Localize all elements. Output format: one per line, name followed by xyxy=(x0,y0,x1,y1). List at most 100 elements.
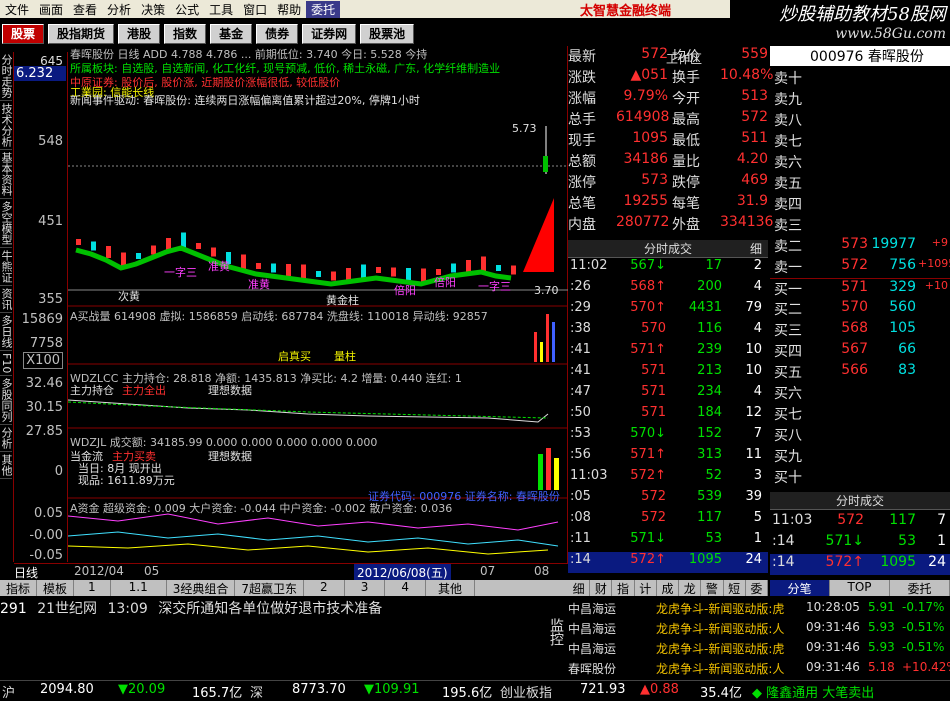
period-label[interactable]: 日线 xyxy=(14,564,38,581)
left-tab-warrant[interactable]: 牛熊证 xyxy=(0,248,13,286)
indicator-tab[interactable]: 4 xyxy=(385,580,426,596)
detail-button[interactable]: 细 xyxy=(750,240,762,257)
info-tab[interactable]: 财 xyxy=(590,580,613,596)
alert-message: 龙虎争斗-新闻驱动版:虎 xyxy=(656,642,785,656)
left-tab-basic[interactable]: 基本资料 xyxy=(0,150,13,199)
alert-row[interactable]: 春晖股份 龙虎争斗-新闻驱动版:人 09:31:46 5.18 +10.42% xyxy=(568,660,950,680)
sz-index: 8773.70 xyxy=(292,682,346,697)
status-bar: 沪 2094.80 ▼20.09 165.7亿 深 8773.70 ▼109.9… xyxy=(0,680,950,701)
ask-row[interactable]: 卖三 xyxy=(770,215,950,236)
ask-row[interactable]: 卖九 xyxy=(770,89,950,110)
tab-fund[interactable]: 基金 xyxy=(210,24,253,44)
left-tab-news[interactable]: 资讯 xyxy=(0,286,13,313)
ask-row[interactable]: 卖十 xyxy=(770,68,950,89)
bid-row[interactable]: 买六 xyxy=(770,383,950,404)
alert-price: 5.93 xyxy=(868,620,895,634)
chart-area[interactable]: 春晖股份 日线 ADD 4.788 4.786 ... 前期低位: 3.740 … xyxy=(68,46,568,564)
trade-time: 11:03 xyxy=(570,468,608,483)
ask-row[interactable]: 卖六 xyxy=(770,152,950,173)
bid-row[interactable]: 买三 568 105 xyxy=(770,320,950,341)
book-tab[interactable]: 委托 xyxy=(890,580,950,596)
news-ticker[interactable]: 291 21世纪网 13:09 深交所通知各单位做好退市技术准备 xyxy=(0,598,548,617)
quote-value: 334136 xyxy=(720,214,774,230)
info-tab[interactable]: 短 xyxy=(724,580,746,596)
book-tab[interactable]: TOP xyxy=(830,580,890,596)
indicator-tab[interactable]: 1 xyxy=(74,580,111,596)
left-tab-intraday[interactable]: 分时走势 xyxy=(0,52,13,101)
alerts-side-label[interactable]: 监控 xyxy=(548,618,566,646)
indicator-tab[interactable]: 其他 xyxy=(426,580,475,596)
info-tab[interactable]: 龙 xyxy=(679,580,702,596)
menu-formula[interactable]: 公式 xyxy=(170,1,204,18)
trade-volume: 4431 xyxy=(688,300,722,315)
left-tab-multistock[interactable]: 多股同列 xyxy=(0,376,13,426)
ask-row[interactable]: 卖五 xyxy=(770,173,950,194)
trade-time: 11:03 xyxy=(772,512,813,528)
tab-sec-net[interactable]: 证券网 xyxy=(302,24,357,44)
info-tab[interactable]: 细 xyxy=(568,580,591,596)
alert-row[interactable]: 中昌海运 龙虎争斗-新闻驱动版:虎 09:31:46 5.93 -0.51% xyxy=(568,640,948,660)
bid-row[interactable]: 买四 567 66 xyxy=(770,341,950,362)
alert-row[interactable]: 中昌海运 龙虎争斗-新闻驱动版:人 09:31:46 5.93 -0.51% xyxy=(568,620,948,640)
capital-title: A资金 超级资金: 0.009 大户资金: -0.044 中户资金: -0.00… xyxy=(70,502,453,515)
left-tab-analysis[interactable]: 分析 xyxy=(0,425,13,453)
indicator-tab[interactable]: 1.1 xyxy=(111,580,167,596)
y-label-zero: 0 xyxy=(54,464,63,479)
menu-analysis[interactable]: 分析 xyxy=(102,1,136,18)
rising-wedge xyxy=(523,198,554,272)
trade-time: :47 xyxy=(570,384,591,399)
quote-value: 572 xyxy=(741,109,768,125)
menu-screen[interactable]: 画面 xyxy=(34,1,68,18)
info-tab[interactable]: 指 xyxy=(612,580,635,596)
left-tab-model[interactable]: 多空模型 xyxy=(0,199,13,248)
menu-tools[interactable]: 工具 xyxy=(204,1,238,18)
trade-time: :14 xyxy=(772,533,795,549)
chart-news4: 新闻事件驱动: 春晖股份: 连续两日涨幅偏离值累计超过20%, 停牌1小时 xyxy=(70,94,420,107)
tab-index[interactable]: 指数 xyxy=(164,24,207,44)
ask-row[interactable]: 卖四 xyxy=(770,194,950,215)
bid-row[interactable]: 买十 xyxy=(770,467,950,488)
indicator-tab[interactable]: 指标 xyxy=(0,580,38,596)
bid-row[interactable]: 买一 571 329 +10 xyxy=(770,278,950,299)
ask-row[interactable]: 卖一 572 756+1095 xyxy=(770,257,950,278)
trade-count: 24 xyxy=(745,552,762,567)
info-tab[interactable]: 成 xyxy=(657,580,680,596)
tab-stock-pool[interactable]: 股票池 xyxy=(360,24,415,44)
alert-row[interactable]: 中昌海运 龙虎争斗-新闻驱动版:虎 10:28:05 5.91 -0.17% xyxy=(568,600,948,620)
menu-view[interactable]: 查看 xyxy=(68,1,102,18)
indicator-tab[interactable]: 3经典组合 xyxy=(167,580,236,596)
menu-window[interactable]: 窗口 xyxy=(238,1,272,18)
ask-row[interactable]: 卖七 xyxy=(770,131,950,152)
indicator-tab[interactable]: 2 xyxy=(304,580,345,596)
indicator-tab[interactable]: 7超赢卫东 xyxy=(235,580,305,596)
tab-index-futures[interactable]: 股指期货 xyxy=(48,24,115,44)
left-tab-multiday[interactable]: 多日线 xyxy=(0,313,13,351)
menu-file[interactable]: 文件 xyxy=(0,1,34,18)
left-tab-other[interactable]: 其他 xyxy=(0,452,13,480)
indicator-tab[interactable]: 3 xyxy=(345,580,386,596)
ask-row[interactable]: 卖二 573 19977 +9 xyxy=(770,236,950,257)
info-tab[interactable]: 委 xyxy=(746,580,768,596)
menu-help[interactable]: 帮助 xyxy=(272,1,306,18)
bid-row[interactable]: 买五 566 83 xyxy=(770,362,950,383)
indicator-tab[interactable]: 模板 xyxy=(37,580,75,596)
ask-row[interactable]: 卖八 xyxy=(770,110,950,131)
menu-decision[interactable]: 决策 xyxy=(136,1,170,18)
menu-trade[interactable]: 委托 xyxy=(306,0,341,18)
y-label-vol2: 7758 xyxy=(29,336,63,351)
tab-stocks[interactable]: 股票 xyxy=(2,24,45,44)
quote-key: 最高 xyxy=(672,112,700,128)
bid-row[interactable]: 买八 xyxy=(770,425,950,446)
bid-row[interactable]: 买七 xyxy=(770,404,950,425)
book-tab[interactable]: 分笔 xyxy=(770,580,830,596)
tab-hk[interactable]: 港股 xyxy=(118,24,161,44)
left-tab-f10[interactable]: F10 xyxy=(0,351,13,377)
info-tab[interactable]: 计 xyxy=(635,580,657,596)
info-tab[interactable]: 警 xyxy=(701,580,724,596)
bid-row[interactable]: 买二 570 560 xyxy=(770,299,950,320)
bid-row[interactable]: 买九 xyxy=(770,446,950,467)
tab-bond[interactable]: 债券 xyxy=(256,24,299,44)
toolbar: 股票 股指期货 港股 指数 基金 债券 证券网 股票池 xyxy=(0,22,730,46)
book-volume: 105 xyxy=(889,320,916,336)
left-tab-technical[interactable]: 技术分析 xyxy=(0,101,13,150)
